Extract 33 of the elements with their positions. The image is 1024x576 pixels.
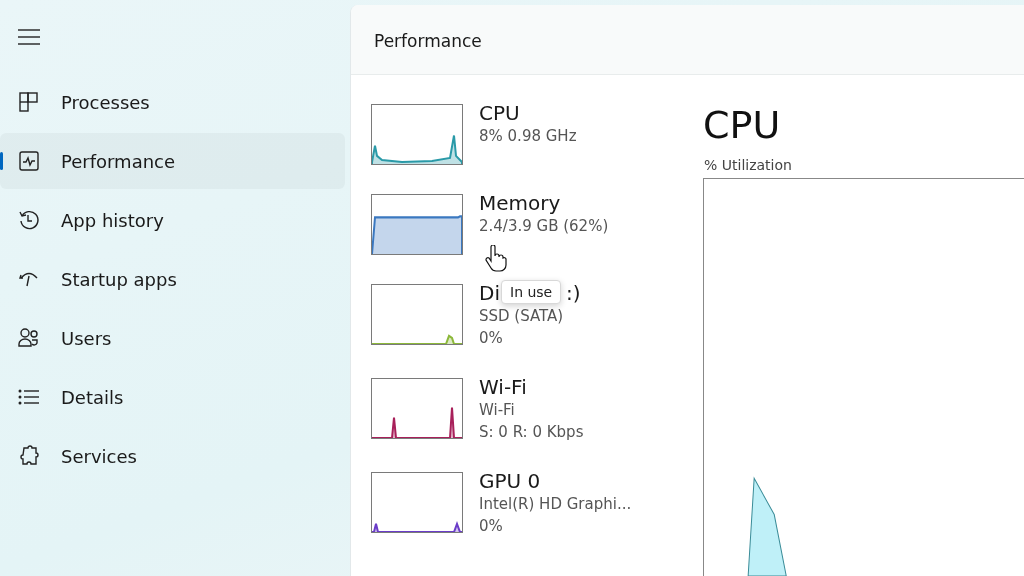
device-detail: 0% (479, 328, 504, 349)
device-name: Memory (479, 191, 561, 215)
device-name: :) (565, 281, 581, 305)
graph-label: % Utilization (704, 157, 793, 173)
device-detail: Wi-Fi (479, 400, 516, 421)
device-detail: S: 0 R: 0 Kbps (479, 422, 584, 443)
processes-icon (18, 91, 40, 113)
sidebar-item[interactable]: Startup apps (0, 251, 345, 307)
performance-icon (18, 150, 40, 172)
tooltip: In use (501, 280, 562, 304)
menu-icon[interactable] (18, 26, 40, 48)
device-detail: SSD (SATA) (479, 306, 565, 327)
page-title: Performance (351, 5, 1024, 75)
device-detail: 2.4/3.9 GB (62%) (479, 216, 609, 237)
device-detail: 0% (479, 516, 504, 537)
device-name: GPU 0 (479, 469, 541, 493)
device-name: CPU (479, 101, 520, 125)
device-name: Di (479, 281, 500, 305)
history-icon (18, 209, 40, 231)
device-name: Wi-Fi (479, 375, 527, 399)
hand-cursor-icon (485, 245, 507, 273)
puzzle-icon (18, 445, 40, 467)
device-detail: Intel(R) HD Graphi... (479, 494, 632, 515)
sidebar-item[interactable]: Users (0, 310, 345, 366)
sidebar-item[interactable]: Processes (0, 74, 345, 130)
detail-title: CPU (703, 103, 782, 147)
sidebar-item[interactable]: Services (0, 428, 345, 484)
device-detail: 8% 0.98 GHz (479, 126, 577, 147)
sidebar-item[interactable]: Performance (0, 133, 345, 189)
selection-indicator (0, 152, 3, 170)
sidebar-item[interactable]: Details (0, 369, 345, 425)
sidebar-item[interactable]: App history (0, 192, 345, 248)
users-icon (18, 327, 40, 349)
